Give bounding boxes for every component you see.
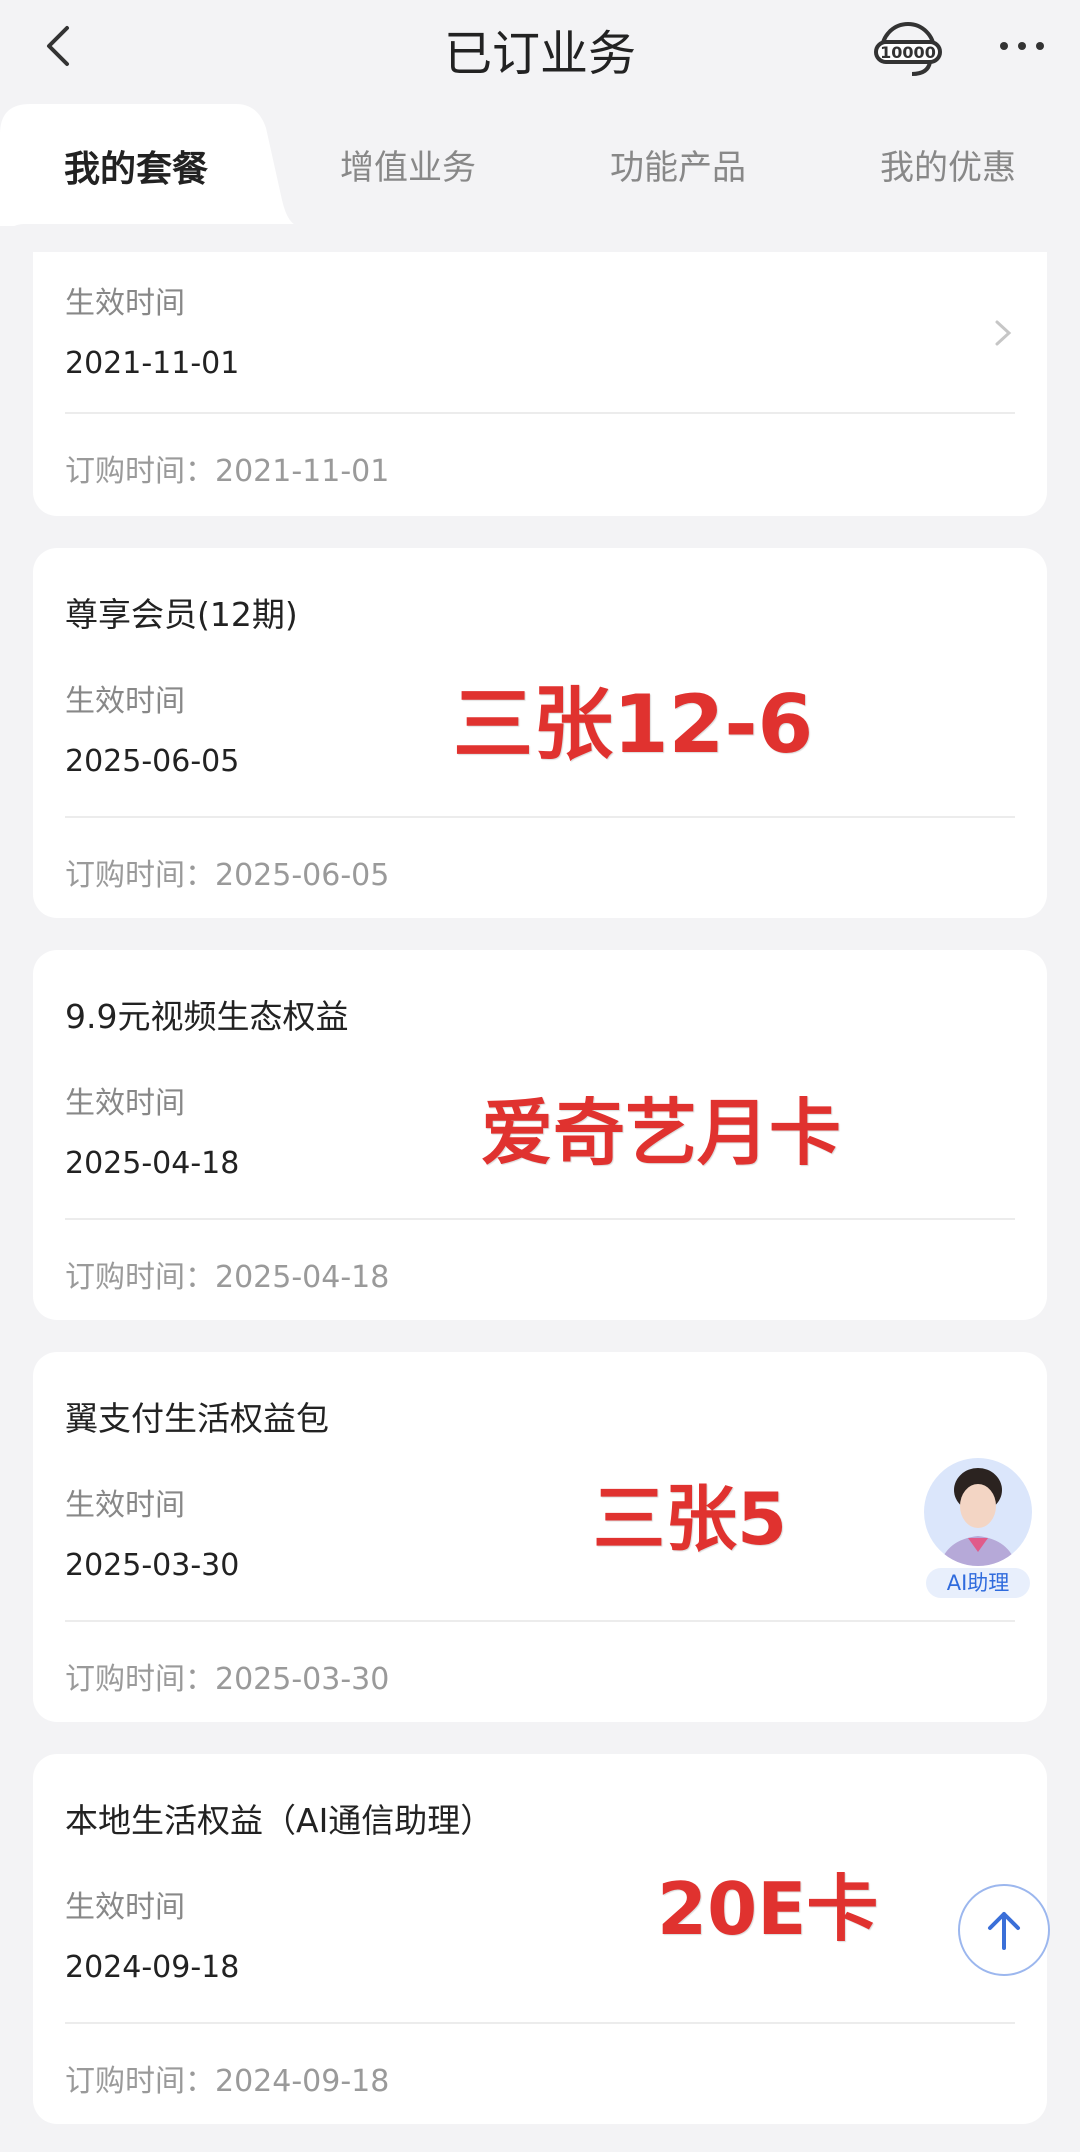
effective-time-label: 生效时间 [65, 1890, 185, 1925]
package-name: 9.9元视频生态权益 [65, 997, 349, 1036]
order-time: 订购时间：2025-03-30 [65, 1662, 390, 1697]
order-time: 订购时间：2021-11-01 [65, 454, 390, 489]
top-bar: 已订业务 10000 [0, 0, 1080, 100]
divider [65, 412, 1015, 414]
chevron-right-icon [995, 320, 1012, 346]
order-time: 订购时间：2025-04-18 [65, 1260, 390, 1295]
ai-assistant-button[interactable]: AI助理 [918, 1450, 1038, 1600]
tab-bar: 我的套餐 增值业务 功能产品 我的优惠 [0, 104, 1080, 226]
package-card[interactable]: 本地生活权益（AI通信助理） 生效时间 2024-09-18 订购时间：2024… [33, 1754, 1047, 2124]
package-name: 尊享会员(12期) [65, 595, 298, 634]
order-time: 订购时间：2024-09-18 [65, 2064, 390, 2099]
tab-my-discounts[interactable]: 我的优惠 [880, 140, 1016, 189]
assistant-avatar-icon [920, 1454, 1036, 1570]
effective-date: 2025-04-18 [65, 1146, 240, 1181]
more-button[interactable] [990, 18, 1054, 74]
effective-time-label: 生效时间 [65, 684, 185, 719]
order-time: 订购时间：2025-06-05 [65, 858, 390, 893]
arrow-up-icon [988, 1912, 1020, 1950]
effective-time-label: 生效时间 [65, 286, 185, 321]
scroll-to-top-button[interactable] [958, 1884, 1050, 1976]
tab-features[interactable]: 功能产品 [610, 140, 746, 189]
svg-text:10000: 10000 [880, 43, 936, 62]
customer-service-button[interactable]: 10000 [872, 16, 944, 80]
package-card[interactable]: 生效时间 2021-11-01 订购时间：2021-11-01 [33, 252, 1047, 516]
handwritten-note: 爱奇艺月卡 [481, 1091, 842, 1175]
effective-date: 2024-09-18 [65, 1950, 240, 1985]
more-dots-icon [1000, 42, 1008, 50]
effective-date: 2021-11-01 [65, 346, 240, 381]
tab-value-added[interactable]: 增值业务 [340, 140, 476, 189]
package-card[interactable]: 9.9元视频生态权益 生效时间 2025-04-18 订购时间：2025-04-… [33, 950, 1047, 1320]
tab-my-package[interactable]: 我的套餐 [64, 140, 208, 192]
effective-time-label: 生效时间 [65, 1086, 185, 1121]
headset-10000-icon: 10000 [874, 22, 942, 76]
divider [65, 1218, 1015, 1220]
package-name: 翼支付生活权益包 [65, 1399, 329, 1438]
handwritten-note: 三张5 [593, 1477, 788, 1561]
assistant-label: AI助理 [926, 1568, 1030, 1598]
divider [65, 2022, 1015, 2024]
package-name: 本地生活权益（AI通信助理） [65, 1801, 494, 1840]
handwritten-note: 三张12-6 [453, 678, 814, 771]
handwritten-note: 20E卡 [657, 1867, 879, 1951]
effective-time-label: 生效时间 [65, 1488, 185, 1523]
divider [65, 816, 1015, 818]
package-card[interactable]: 尊享会员(12期) 生效时间 2025-06-05 订购时间：2025-06-0… [33, 548, 1047, 918]
effective-date: 2025-03-30 [65, 1548, 240, 1583]
package-card[interactable]: 翼支付生活权益包 生效时间 2025-03-30 订购时间：2025-03-30… [33, 1352, 1047, 1722]
effective-date: 2025-06-05 [65, 744, 240, 779]
divider [65, 1620, 1015, 1622]
